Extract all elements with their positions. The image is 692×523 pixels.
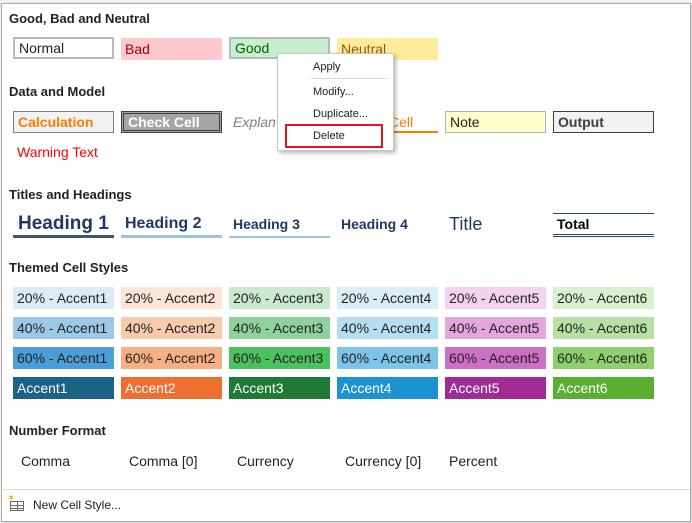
style-accent2[interactable]: Accent2 — [121, 377, 222, 399]
menu-separator — [311, 78, 387, 79]
style-60-accent2[interactable]: 60% - Accent2 — [121, 347, 222, 369]
style-60-accent4[interactable]: 60% - Accent4 — [337, 347, 438, 369]
style-40-accent3[interactable]: 40% - Accent3 — [229, 317, 330, 339]
style-check-cell[interactable]: Check Cell — [121, 111, 222, 133]
footer-divider — [1, 489, 689, 490]
menu-item-apply[interactable]: Apply — [278, 57, 391, 77]
section-title-titles-headings: Titles and Headings — [9, 187, 132, 202]
section-title-themed: Themed Cell Styles — [9, 260, 129, 275]
style-20-accent2[interactable]: 20% - Accent2 — [121, 287, 222, 309]
style-note[interactable]: Note — [445, 111, 546, 133]
style-comma[interactable]: Comma — [21, 453, 70, 469]
style-40-accent1[interactable]: 40% - Accent1 — [13, 317, 114, 339]
style-title[interactable]: Title — [445, 212, 546, 238]
style-heading-1[interactable]: Heading 1 — [13, 212, 114, 238]
style-comma-0[interactable]: Comma [0] — [129, 453, 197, 469]
menu-item-duplicate[interactable]: Duplicate... — [278, 104, 391, 124]
style-heading-4[interactable]: Heading 4 — [337, 212, 438, 238]
style-bad[interactable]: Bad — [121, 38, 222, 60]
new-cell-style-label: New Cell Style... — [33, 498, 122, 512]
style-heading-2[interactable]: Heading 2 — [121, 212, 222, 238]
menu-item-modify[interactable]: Modify... — [278, 82, 391, 102]
style-20-accent4[interactable]: 20% - Accent4 — [337, 287, 438, 309]
style-60-accent5[interactable]: 60% - Accent5 — [445, 347, 546, 369]
style-total[interactable]: Total — [553, 213, 654, 237]
style-40-accent4[interactable]: 40% - Accent4 — [337, 317, 438, 339]
style-calculation[interactable]: Calculation — [13, 111, 114, 133]
style-accent4[interactable]: Accent4 — [337, 377, 438, 399]
style-60-accent6[interactable]: 60% - Accent6 — [553, 347, 654, 369]
style-60-accent3[interactable]: 60% - Accent3 — [229, 347, 330, 369]
delete-highlight-box — [285, 124, 383, 148]
new-cell-style-button[interactable]: ✶ New Cell Style... — [7, 494, 122, 514]
context-menu: Apply Modify... Duplicate... Delete — [277, 53, 394, 151]
style-20-accent3[interactable]: 20% - Accent3 — [229, 287, 330, 309]
style-20-accent6[interactable]: 20% - Accent6 — [553, 287, 654, 309]
style-accent1[interactable]: Accent1 — [13, 377, 114, 399]
style-output[interactable]: Output — [553, 111, 654, 133]
style-20-accent5[interactable]: 20% - Accent5 — [445, 287, 546, 309]
style-40-accent5[interactable]: 40% - Accent5 — [445, 317, 546, 339]
style-40-accent2[interactable]: 40% - Accent2 — [121, 317, 222, 339]
style-currency[interactable]: Currency — [237, 453, 294, 469]
style-warning-text[interactable]: Warning Text — [13, 141, 114, 163]
style-currency-0[interactable]: Currency [0] — [345, 453, 421, 469]
style-40-accent6[interactable]: 40% - Accent6 — [553, 317, 654, 339]
style-accent3[interactable]: Accent3 — [229, 377, 330, 399]
style-accent6[interactable]: Accent6 — [553, 377, 654, 399]
style-normal[interactable]: Normal — [13, 37, 114, 59]
section-title-data-model: Data and Model — [9, 84, 106, 99]
new-cell-style-icon: ✶ — [7, 494, 25, 512]
style-heading-3[interactable]: Heading 3 — [229, 212, 330, 238]
style-accent5[interactable]: Accent5 — [445, 377, 546, 399]
section-title-good-bad-neutral: Good, Bad and Neutral — [9, 11, 150, 26]
section-title-number-format: Number Format — [9, 423, 106, 438]
style-20-accent1[interactable]: 20% - Accent1 — [13, 287, 114, 309]
style-percent[interactable]: Percent — [449, 453, 497, 469]
style-60-accent1[interactable]: 60% - Accent1 — [13, 347, 114, 369]
